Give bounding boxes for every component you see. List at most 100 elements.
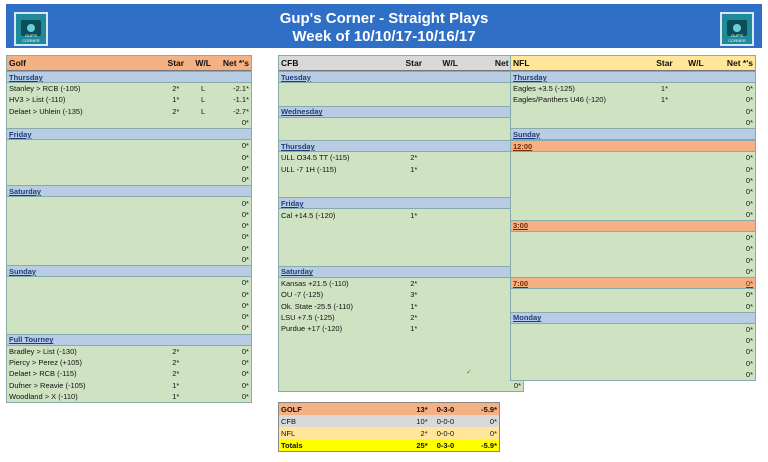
net-value: 0* [745, 336, 753, 346]
bet-row: 0* [279, 118, 523, 129]
gups-corner-logo-right: GUP'S CORNER [720, 12, 754, 46]
net-value: 0* [241, 118, 249, 128]
star-value: 2* [172, 358, 180, 368]
bet-row: Ok. State -25.5 (-110)1*0* [279, 300, 523, 311]
bet-row: 0* [279, 243, 523, 254]
net-column-header: Net *'s [726, 58, 753, 68]
bet-row: Piercy > Perez (+105) 2* 0* [7, 357, 251, 368]
net-value: 0* [241, 141, 249, 151]
bet-row: 0* [279, 334, 523, 345]
bet-row: Woodland > X (-110) 1* 0* [7, 391, 251, 402]
section-label: Thursday [513, 72, 547, 82]
net-value: 0* [745, 290, 753, 300]
bet-row: Delaet > Uhlein (-135) 2* L -2.7* [7, 106, 251, 117]
cfb-panel: CFBStarW/LNet *'sTuesday0*0*Wednesday0*0… [278, 55, 524, 392]
bet-row: Bradley > List (-130) 2* 0* [7, 346, 251, 357]
bet-row: 0* [511, 266, 755, 277]
bet-name: Eagles +3.5 (-125) [513, 84, 575, 94]
bet-name: LSU +7.5 (-125) [281, 312, 335, 322]
star-value: 2* [172, 106, 180, 116]
net-value: 0* [745, 267, 753, 276]
bet-row: 0* [7, 117, 251, 128]
net-value: 0* [745, 244, 753, 254]
net-value: 0* [241, 152, 249, 162]
bet-name: ULL O34.5 TT (-115) [281, 153, 350, 163]
bet-row: 0* [511, 152, 755, 163]
net-value: 0* [241, 369, 249, 379]
net-value: 0* [241, 323, 249, 333]
cfb-header: CFB Star W/L Net *'s [279, 56, 523, 71]
summary-row-nfl: NFL 2* 0-0-0 0* [279, 427, 499, 439]
bet-row: 0* [511, 117, 755, 128]
bet-name: ULL -7 1H (-115) [281, 164, 337, 174]
summary-row-tot: Totals 25* 0-3-0 -5.9* [279, 439, 499, 451]
net-value: 0* [513, 380, 522, 390]
net-value: 0* [241, 391, 249, 401]
section-label: Wednesday [281, 107, 323, 117]
bet-row: 0* [511, 289, 755, 300]
golf-section-header: Thursday [7, 71, 251, 83]
net-value: -1.1* [233, 95, 249, 105]
nfl-section-header: Thursday [511, 71, 755, 83]
bet-row: 0* [511, 255, 755, 266]
bet-row: 0* [511, 300, 755, 311]
net-column-header: Net *'s [222, 58, 249, 68]
star-value: 2* [410, 153, 418, 163]
star-value: 1* [410, 164, 418, 174]
star-value: 1* [410, 301, 418, 311]
summary-wl: 0-0-0 [436, 428, 455, 438]
bet-row: 0* [7, 277, 251, 288]
star-value: 2* [410, 279, 418, 288]
star-value: 1* [172, 391, 180, 401]
bet-row: 0* [279, 83, 523, 94]
summary-wl: 0-3-0 [436, 440, 455, 450]
totals-summary-table: GOLF 13* 0-3-0 -5.9* CFB 10* 0-0-0 0* NFL 2* 0-0-0… [278, 402, 500, 452]
net-value: 0* [745, 358, 753, 368]
summary-wl: 0-0-0 [436, 416, 455, 426]
bet-row: Stanley > RCB (-105) 2* L -2.1* [7, 83, 251, 94]
bet-row: Cal +14.5 (-120)1*0* [279, 209, 523, 220]
bet-row: 0* [7, 311, 251, 322]
bet-row: 0* [7, 140, 251, 151]
section-label: 7:00 [513, 278, 529, 288]
net-value: 0* [745, 324, 753, 334]
cfb-section-header: Friday [279, 197, 523, 210]
bet-name: Eagles/Panthers U46 (-120) [513, 95, 606, 105]
star-column-header: Star [405, 58, 423, 68]
star-column-header: Star [167, 58, 185, 68]
section-label: Saturday [281, 267, 314, 277]
golf-title: Golf [9, 58, 26, 68]
bet-row: 0* [511, 163, 755, 174]
summary-net: -5.9* [481, 404, 497, 414]
summary-row-cfb: CFB 10* 0-0-0 0* [279, 415, 499, 427]
net-value: 0* [241, 209, 249, 219]
bet-row: 0* [279, 221, 523, 232]
bet-row: HV3 > List (-110) 1* L -1.1* [7, 94, 251, 105]
bet-row: 0* [7, 163, 251, 174]
star-value: 2* [172, 346, 180, 356]
net-value: 0* [745, 301, 753, 311]
bet-name: Dufner > Reavie (-105) [9, 380, 86, 390]
bet-row: LSU +7.5 (-125)2*0* [279, 312, 523, 323]
star-value: 3* [410, 290, 418, 300]
nfl-panel: NFL Star W/L Net *'s Thursday Eagles +3.5 (-1… [510, 55, 756, 382]
section-label: Thursday [281, 141, 315, 151]
net-value: 0* [745, 209, 753, 219]
section-label: Monday [513, 313, 542, 323]
header-banner: GUP'S CORNER Gup's Corner - Straight Pla… [6, 4, 762, 48]
nfl-section-header: 12:00 [511, 140, 755, 153]
bet-row: 0* [7, 209, 251, 220]
net-value: 0* [241, 312, 249, 322]
net-value: 0* [745, 153, 753, 163]
bet-row: 0* [279, 255, 523, 266]
nfl-section-header: Monday [511, 311, 755, 324]
nfl-section-header: 3:00 [511, 219, 755, 232]
summary-label: Totals [281, 440, 303, 450]
summary-row-golf: GOLF 13* 0-3-0 -5.9* [279, 403, 499, 415]
net-value: 0* [241, 198, 249, 208]
section-label: Full Tourney [9, 335, 54, 345]
bet-name: Stanley > RCB (-105) [9, 84, 81, 94]
summary-star: 25* [416, 440, 428, 450]
net-value: -2.1* [233, 84, 249, 94]
summary-net: 0* [489, 416, 497, 426]
